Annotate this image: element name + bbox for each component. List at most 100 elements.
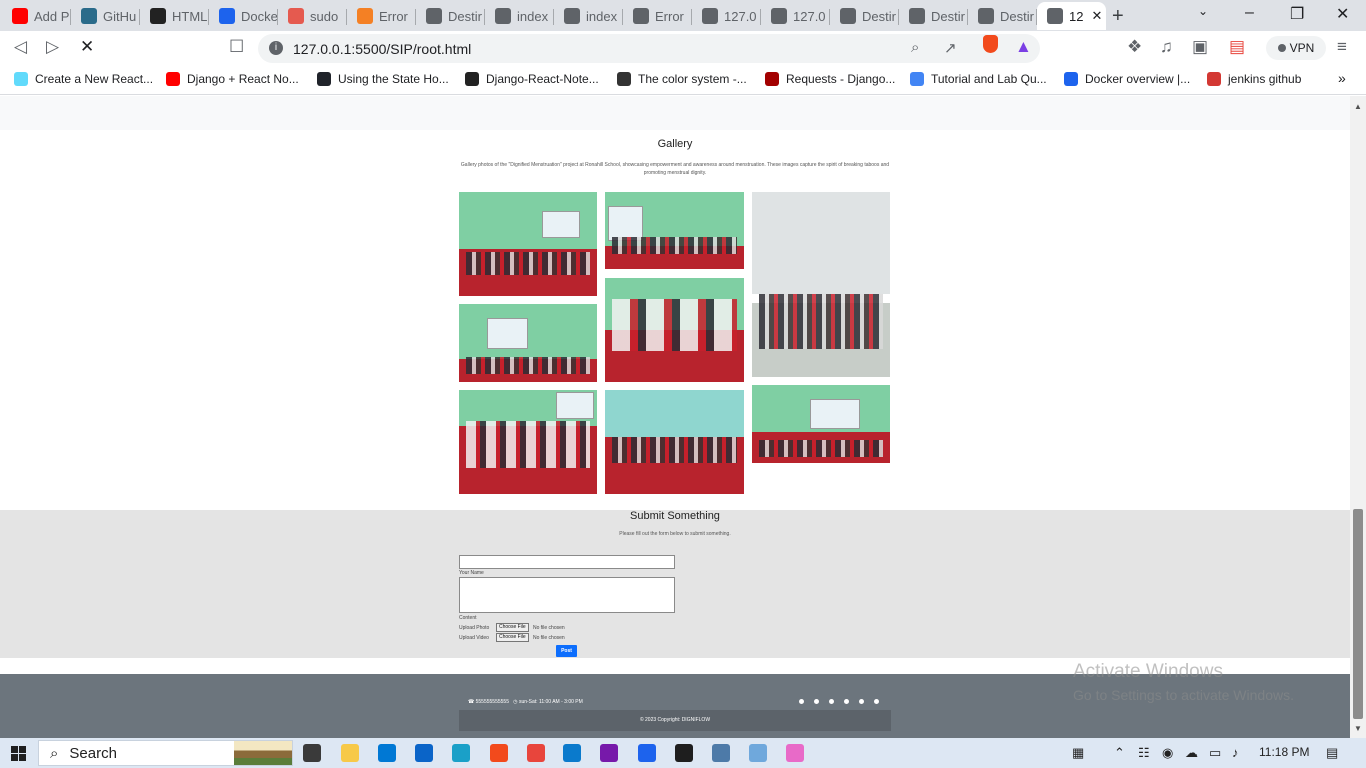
tab-favicon-icon xyxy=(633,8,649,24)
browser-tab[interactable]: Docke xyxy=(209,2,278,30)
brave-rewards-icon[interactable]: ▲ xyxy=(1015,37,1032,57)
extra-app-icon[interactable] xyxy=(786,744,804,762)
minimize-button[interactable]: – xyxy=(1245,4,1254,22)
docker-icon[interactable] xyxy=(638,744,656,762)
bookmark-item[interactable]: jenkins github xyxy=(1207,72,1301,86)
taskbar-clock[interactable]: 11:18 PM xyxy=(1259,745,1309,759)
vpn-button[interactable]: VPN xyxy=(1266,36,1326,60)
gallery-photo[interactable] xyxy=(605,390,744,494)
notifications-icon[interactable]: ▤ xyxy=(1326,745,1338,761)
battery-icon[interactable]: ▭ xyxy=(1209,745,1221,761)
gallery-photo[interactable] xyxy=(605,278,744,382)
more-bookmarks-icon[interactable]: » xyxy=(1338,70,1346,86)
bookmark-item[interactable]: Using the State Ho... xyxy=(317,72,449,86)
browser-tab[interactable]: index xyxy=(554,2,623,30)
news-widget-icon[interactable]: ▦ xyxy=(1072,745,1084,761)
browser-tab[interactable]: 127.0 xyxy=(692,2,761,30)
network-status-icon[interactable]: ☷ xyxy=(1138,745,1150,761)
scroll-down-icon[interactable]: ▼ xyxy=(1354,724,1362,733)
onedrive-icon[interactable]: ☁ xyxy=(1185,745,1198,761)
browser-tab[interactable]: 127.0 xyxy=(761,2,830,30)
name-label: Your Name xyxy=(459,570,484,576)
mail-icon[interactable] xyxy=(415,744,433,762)
twitter-icon[interactable] xyxy=(814,699,819,704)
forward-icon[interactable]: ▷ xyxy=(46,37,59,57)
task-view-icon[interactable] xyxy=(303,744,321,762)
url-text[interactable]: 127.0.0.1:5500/SIP/root.html xyxy=(293,41,471,57)
github-icon[interactable] xyxy=(874,699,879,704)
bookmark-item[interactable]: Tutorial and Lab Qu... xyxy=(910,72,1047,86)
upload-video-button[interactable]: Choose File xyxy=(496,633,529,642)
zoom-icon[interactable]: ⌕ xyxy=(911,39,919,56)
back-icon[interactable]: ◁ xyxy=(14,37,27,57)
gallery-photo[interactable] xyxy=(459,390,597,494)
sidebar-icon[interactable]: ▣ xyxy=(1192,37,1208,57)
store-icon[interactable] xyxy=(378,744,396,762)
browser-tab[interactable]: Add P xyxy=(2,2,71,30)
content-textarea[interactable] xyxy=(459,577,675,613)
vscode-icon[interactable] xyxy=(563,744,581,762)
facebook-icon[interactable] xyxy=(799,699,804,704)
name-input[interactable] xyxy=(459,555,675,569)
browser-tab[interactable]: Destir xyxy=(968,2,1037,30)
gallery-photo[interactable] xyxy=(752,192,890,377)
tab-search-chevron-icon[interactable]: ⌄ xyxy=(1198,4,1208,18)
browser-tab[interactable]: 12 ✕ xyxy=(1037,2,1106,30)
google-icon[interactable] xyxy=(829,699,834,704)
taskbar-search[interactable]: ⌕ Search xyxy=(38,740,293,766)
instagram-icon[interactable] xyxy=(844,699,849,704)
stop-loading-icon[interactable]: ✕ xyxy=(80,37,94,57)
chrome-icon[interactable] xyxy=(527,744,545,762)
browser-tab[interactable]: Destir xyxy=(416,2,485,30)
gallery-photo[interactable] xyxy=(459,192,597,296)
wallet-icon[interactable]: ▤ xyxy=(1229,37,1245,57)
terminal-icon[interactable] xyxy=(675,744,693,762)
scroll-up-icon[interactable]: ▲ xyxy=(1354,102,1362,111)
paint-icon[interactable] xyxy=(712,744,730,762)
bookmark-item[interactable]: Django + React No... xyxy=(166,72,299,86)
bookmark-item[interactable]: Create a New React... xyxy=(14,72,153,86)
file-explorer-icon[interactable] xyxy=(341,744,359,762)
scrollbar-thumb[interactable] xyxy=(1353,509,1363,719)
start-button[interactable] xyxy=(11,746,26,761)
bookmark-item[interactable]: Docker overview |... xyxy=(1064,72,1190,86)
bookmark-item[interactable]: Requests - Django... xyxy=(765,72,895,86)
browser-tab[interactable]: HTML xyxy=(140,2,209,30)
address-bar[interactable]: i 127.0.0.1:5500/SIP/root.html ⌕ ↗ xyxy=(258,34,1040,63)
edge-icon[interactable] xyxy=(452,744,470,762)
upload-photo-button[interactable]: Choose File xyxy=(496,623,529,632)
share-icon[interactable]: ↗ xyxy=(944,39,957,57)
tab-close-icon[interactable]: ✕ xyxy=(1091,8,1102,24)
extensions-icon[interactable]: ❖ xyxy=(1127,37,1142,57)
gallery-photo[interactable] xyxy=(459,304,597,382)
browser-tab[interactable]: sudo xyxy=(278,2,347,30)
browser-tab[interactable]: Error xyxy=(623,2,692,30)
browser-tab[interactable]: Destir xyxy=(830,2,899,30)
post-button[interactable]: Post xyxy=(556,645,577,657)
page-scrollbar[interactable]: ▲ ▼ xyxy=(1350,96,1366,738)
gallery-photo[interactable] xyxy=(752,385,890,463)
brave-icon[interactable] xyxy=(490,744,508,762)
browser-tab[interactable]: Destir xyxy=(899,2,968,30)
bookmark-item[interactable]: Django-React-Note... xyxy=(465,72,599,86)
brave-shields-icon[interactable] xyxy=(983,35,998,53)
tab-title: Destir xyxy=(448,8,482,24)
volume-icon[interactable]: ♪ xyxy=(1232,745,1239,760)
linkedin-icon[interactable] xyxy=(859,699,864,704)
browser-tab[interactable]: index xyxy=(485,2,554,30)
onenote-icon[interactable] xyxy=(600,744,618,762)
bookmark-item[interactable]: The color system -... xyxy=(617,72,747,86)
site-info-icon[interactable]: i xyxy=(269,41,283,55)
media-icon[interactable]: ♫ xyxy=(1160,37,1173,57)
browser-tab[interactable]: GitHu xyxy=(71,2,140,30)
new-tab-button[interactable]: + xyxy=(1112,5,1124,28)
menu-icon[interactable]: ≡ xyxy=(1337,37,1347,57)
notepad-icon[interactable] xyxy=(749,744,767,762)
maximize-button[interactable]: ❐ xyxy=(1290,4,1304,24)
close-window-button[interactable]: ✕ xyxy=(1336,4,1349,24)
tray-overflow-icon[interactable]: ⌃ xyxy=(1114,745,1125,761)
gallery-photo[interactable] xyxy=(605,192,744,269)
bookmark-icon[interactable]: ☐ xyxy=(229,37,244,57)
location-icon[interactable]: ◉ xyxy=(1162,745,1173,761)
browser-tab[interactable]: Error xyxy=(347,2,416,30)
